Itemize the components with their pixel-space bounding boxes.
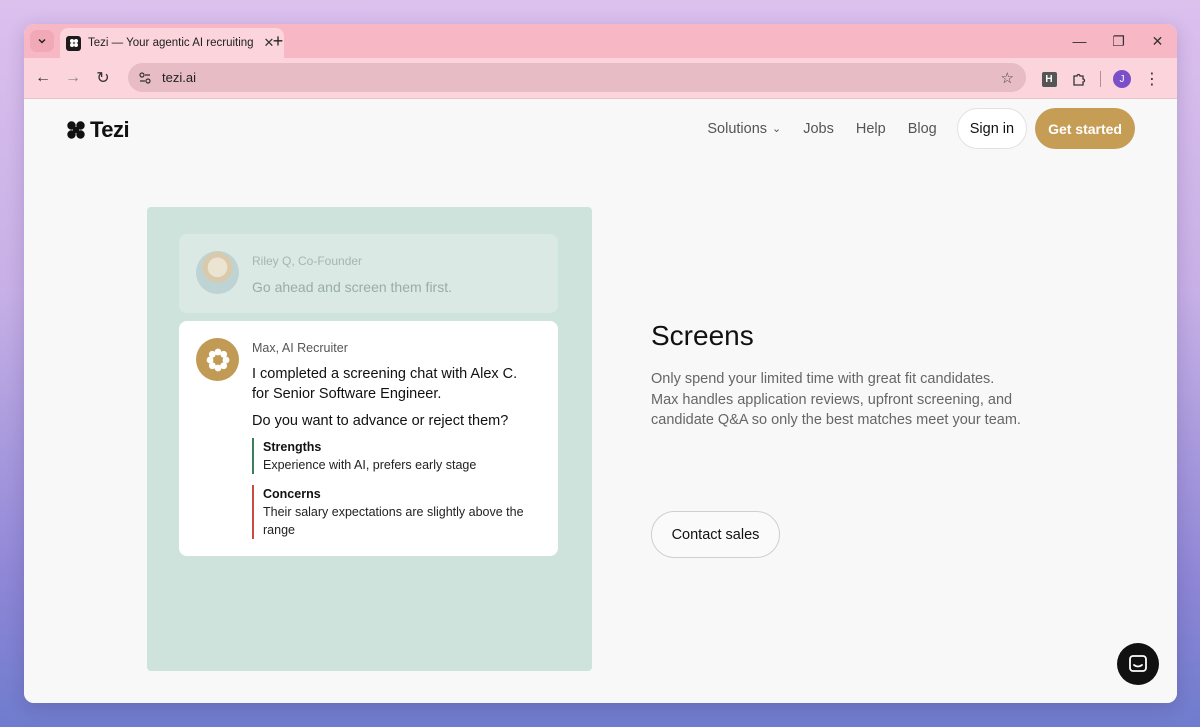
profile-button[interactable]: J [1107, 64, 1137, 94]
bookmark-star-icon[interactable]: ☆ [1001, 69, 1014, 87]
site-settings-icon[interactable] [138, 71, 152, 85]
tab-search-button[interactable] [30, 30, 54, 52]
chat-icon [1129, 655, 1147, 672]
feature-title: Screens [651, 320, 754, 351]
main-nav: Solutions ⌄ Jobs Help Blog Sign in Get st… [707, 108, 1135, 149]
chat-launcher-button[interactable] [1117, 643, 1159, 685]
concerns-title: Concerns [263, 487, 321, 501]
address-bar[interactable]: tezi.ai ☆ [128, 63, 1026, 92]
browser-toolbar: ← → ↻ tezi.ai ☆ H J ⋮ [24, 58, 1177, 99]
chevron-down-icon: ⌄ [772, 123, 782, 135]
new-tab-button[interactable]: + [268, 31, 288, 51]
recruiter-name: Max, AI Recruiter [252, 341, 348, 355]
window-controls: — ❐ ✕ [1060, 24, 1177, 58]
cofounder-avatar [196, 251, 239, 294]
recruiter-message: I completed a screening chat with Alex C… [252, 366, 518, 402]
extensions-puzzle-icon[interactable] [1064, 64, 1094, 94]
extension-h-badge: H [1041, 71, 1057, 87]
chevron-down-icon [38, 38, 46, 44]
cofounder-name: Riley Q, Co-Founder [252, 254, 363, 268]
tezi-logo-mark-icon [67, 121, 85, 139]
browser-window: Tezi — Your agentic AI recruiting ✕ + — … [24, 24, 1177, 703]
flower-icon [206, 348, 229, 371]
nav-solutions-label: Solutions [707, 120, 768, 137]
minimize-icon[interactable]: — [1060, 24, 1099, 58]
demo-panel: Riley Q, Co-Founder Go ahead and screen … [147, 207, 592, 671]
tab-strip: Tezi — Your agentic AI recruiting ✕ + — … [24, 24, 1177, 58]
strengths-note: Strengths Experience with AI, prefers ea… [252, 438, 542, 474]
concerns-note: Concerns Their salary expectations are s… [252, 485, 542, 539]
tezi-favicon-icon [66, 35, 81, 51]
nav-help[interactable]: Help [856, 121, 886, 137]
forward-icon[interactable]: → [58, 63, 88, 93]
restore-icon[interactable]: ❐ [1099, 24, 1138, 58]
ai-recruiter-avatar [196, 338, 239, 381]
concerns-body: Their salary expectations are slightly a… [263, 505, 524, 537]
feature-description: Only spend your limited time with great … [651, 371, 1021, 428]
toolbar-actions: H J ⋮ [1034, 64, 1167, 94]
get-started-button[interactable]: Get started [1035, 108, 1135, 149]
cofounder-message-card: Riley Q, Co-Founder Go ahead and screen … [179, 234, 558, 313]
reload-icon[interactable]: ↻ [88, 63, 118, 93]
strengths-body: Experience with AI, prefers early stage [263, 458, 477, 472]
close-window-icon[interactable]: ✕ [1138, 24, 1177, 58]
nav-jobs[interactable]: Jobs [803, 121, 834, 137]
tezi-logo[interactable]: Tezi [66, 117, 130, 143]
strengths-title: Strengths [263, 440, 322, 454]
cofounder-message: Go ahead and screen them first. [252, 279, 452, 295]
site-header: Tezi Solutions ⌄ Jobs Help Blog Sign in G… [24, 99, 1177, 159]
logo-text: Tezi [90, 117, 130, 142]
profile-avatar: J [1113, 70, 1131, 88]
nav-solutions[interactable]: Solutions ⌄ [707, 121, 781, 137]
tab-title: Tezi — Your agentic AI recruiting [88, 37, 254, 49]
toolbar-separator [1100, 71, 1101, 87]
tab-active[interactable]: Tezi — Your agentic AI recruiting ✕ [60, 28, 284, 58]
back-icon[interactable]: ← [28, 63, 58, 93]
nav-blog[interactable]: Blog [908, 121, 937, 137]
extension-h-icon[interactable]: H [1034, 64, 1064, 94]
url-text: tezi.ai [162, 70, 196, 85]
kebab-menu-icon[interactable]: ⋮ [1137, 69, 1167, 89]
sign-in-button[interactable]: Sign in [956, 108, 1028, 149]
web-page: Tezi Solutions ⌄ Jobs Help Blog Sign in G… [24, 99, 1177, 703]
recruiter-question: Do you want to advance or reject them? [252, 413, 509, 429]
recruiter-message-card: Max, AI Recruiter I completed a screenin… [179, 321, 558, 556]
contact-sales-button[interactable]: Contact sales [651, 511, 780, 558]
